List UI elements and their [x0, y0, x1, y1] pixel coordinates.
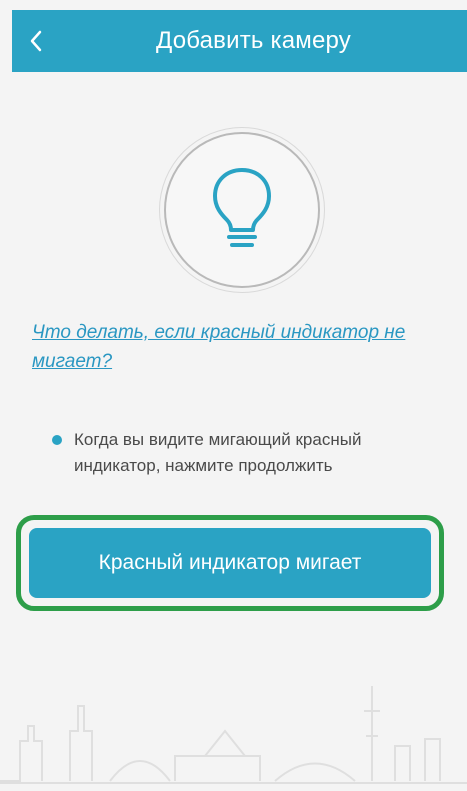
bulb-illustration: [164, 132, 320, 288]
city-skyline-decoration: [0, 686, 467, 784]
bullet-dot: [52, 435, 62, 445]
back-icon: [30, 30, 42, 52]
back-button[interactable]: [12, 10, 60, 72]
light-bulb-icon: [213, 168, 271, 247]
help-link-red-led-not-blinking[interactable]: Что делать, если красный индикатор не ми…: [32, 318, 442, 376]
red-led-blinking-button[interactable]: Красный индикатор мигает: [16, 515, 444, 611]
page-title: Добавить камеру: [155, 27, 352, 54]
instruction-text: Когда вы видите мигающий красный индикат…: [74, 430, 362, 475]
red-led-blinking-button-label: Красный индикатор мигает: [29, 528, 431, 598]
app-header: Добавить камеру: [12, 10, 467, 72]
instruction-block: Когда вы видите мигающий красный индикат…: [52, 427, 396, 479]
